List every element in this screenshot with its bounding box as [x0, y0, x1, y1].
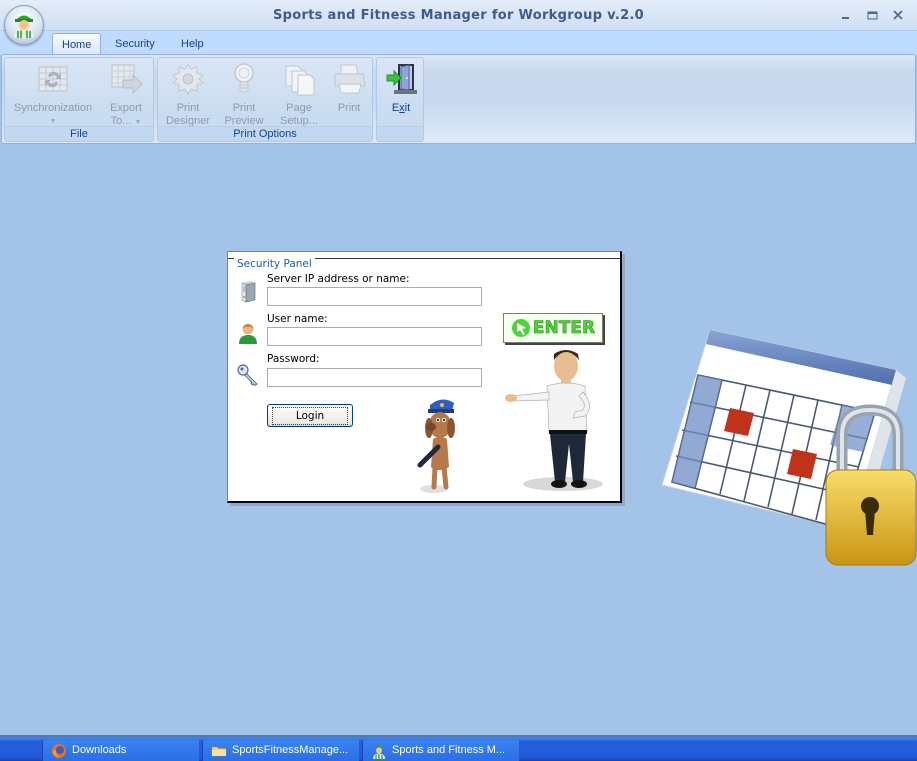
dropdown-caret-icon: ▼: [134, 119, 142, 126]
login-label: Login: [271, 406, 349, 425]
minimize-button[interactable]: [839, 8, 853, 22]
window-controls: [839, 8, 905, 22]
window-title: Sports and Fitness Manager for Workgroup…: [272, 8, 645, 23]
print-preview-label-1: Print: [232, 102, 256, 114]
taskbar-item-folder[interactable]: SportsFitnessManage...: [202, 740, 359, 761]
doorman-figure-icon: [505, 350, 603, 491]
printer-icon: [334, 64, 366, 94]
ribbon-group-file: Synchronization ▼ Export To... ▼ File: [4, 57, 154, 142]
export-label-line1: Export: [110, 102, 142, 114]
exit-button[interactable]: Exit: [381, 62, 421, 115]
exit-door-icon: [386, 64, 417, 94]
tab-help[interactable]: Help: [172, 33, 213, 55]
police-dog-mascot-icon: [417, 399, 455, 493]
server-label: Server IP address or name:: [267, 273, 410, 285]
key-icon: [237, 364, 258, 387]
print-designer-label-1: Print: [176, 102, 200, 114]
taskbar-item-downloads[interactable]: Downloads: [42, 740, 199, 761]
bulb-icon: [234, 63, 254, 93]
ribbon-tabs: Home Security Help: [0, 31, 917, 55]
taskbar-item-app[interactable]: Sports and Fitness M...: [362, 740, 519, 761]
title-bar: Sports and Fitness Manager for Workgroup…: [0, 0, 917, 31]
group-label-exit: [377, 126, 423, 141]
ribbon: Synchronization ▼ Export To... ▼ File Pr…: [1, 54, 916, 144]
taskbar: Downloads SportsFitnessManage... Sports …: [0, 738, 917, 761]
login-button[interactable]: Login: [267, 404, 353, 427]
app-icon: [14, 15, 34, 38]
print-designer-button[interactable]: Print Designer: [164, 62, 212, 128]
enter-sign-text: ENTER: [532, 318, 596, 339]
close-icon: [893, 10, 903, 20]
exit-label: Exit: [391, 102, 411, 114]
password-input[interactable]: [267, 368, 482, 387]
minimize-icon: [842, 17, 849, 19]
firefox-icon: [52, 743, 66, 758]
export-to-button[interactable]: Export To... ▼: [103, 62, 149, 129]
print-button[interactable]: Print: [328, 62, 370, 115]
password-label: Password:: [267, 353, 320, 365]
synchronization-button[interactable]: Synchronization ▼: [13, 62, 93, 128]
taskbar-label: SportsFitnessManage...: [232, 744, 349, 756]
arrow-cursor-icon: [511, 319, 530, 337]
synchronization-label: Synchronization: [13, 102, 93, 114]
calendar-lock-icon: [661, 330, 917, 566]
tab-security[interactable]: Security: [106, 33, 164, 55]
maximize-button[interactable]: [865, 8, 879, 22]
username-input[interactable]: [267, 327, 482, 346]
server-input[interactable]: [267, 287, 482, 306]
tab-home[interactable]: Home: [52, 33, 102, 55]
server-icon: [241, 281, 256, 303]
gear-icon: [172, 63, 204, 95]
taskbar-label: Downloads: [72, 744, 127, 756]
group-label-print-options: Print Options: [158, 126, 372, 141]
username-label: User name:: [267, 313, 328, 325]
maximize-icon: [867, 11, 877, 20]
ribbon-group-exit: Exit: [376, 57, 424, 142]
page-setup-label-1: Page: [286, 102, 312, 114]
security-panel-legend: Security Panel: [234, 258, 315, 270]
security-fieldset: Security Panel Server IP address or name…: [228, 258, 620, 501]
page-setup-button[interactable]: Page Setup...: [274, 62, 324, 128]
ribbon-group-print-options: Print Designer Print Preview Page Setup.…: [157, 57, 373, 142]
group-label-file: File: [5, 126, 153, 141]
pages-icon: [285, 65, 315, 96]
security-panel: Security Panel Server IP address or name…: [227, 251, 622, 503]
user-icon: [239, 323, 257, 344]
export-table-icon: [111, 64, 143, 95]
print-preview-button[interactable]: Print Preview: [220, 62, 268, 128]
app-icon: [373, 745, 385, 759]
folder-icon: [211, 746, 227, 756]
print-label: Print: [337, 102, 361, 114]
application-menu-button[interactable]: [4, 5, 44, 45]
sync-table-icon: [38, 66, 68, 92]
close-button[interactable]: [891, 8, 905, 22]
taskbar-label: Sports and Fitness M...: [392, 744, 506, 756]
enter-sign: ENTER: [503, 313, 603, 343]
